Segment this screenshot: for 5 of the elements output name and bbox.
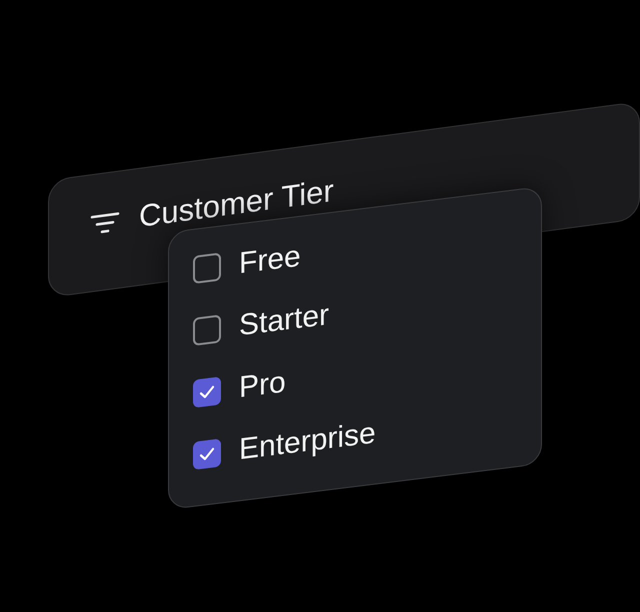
- option-label: Starter: [239, 298, 330, 344]
- option-label: Pro: [239, 366, 286, 406]
- option-label: Free: [239, 240, 301, 282]
- option-label: Enterprise: [239, 416, 376, 468]
- filter-label: Customer Tier: [139, 172, 334, 235]
